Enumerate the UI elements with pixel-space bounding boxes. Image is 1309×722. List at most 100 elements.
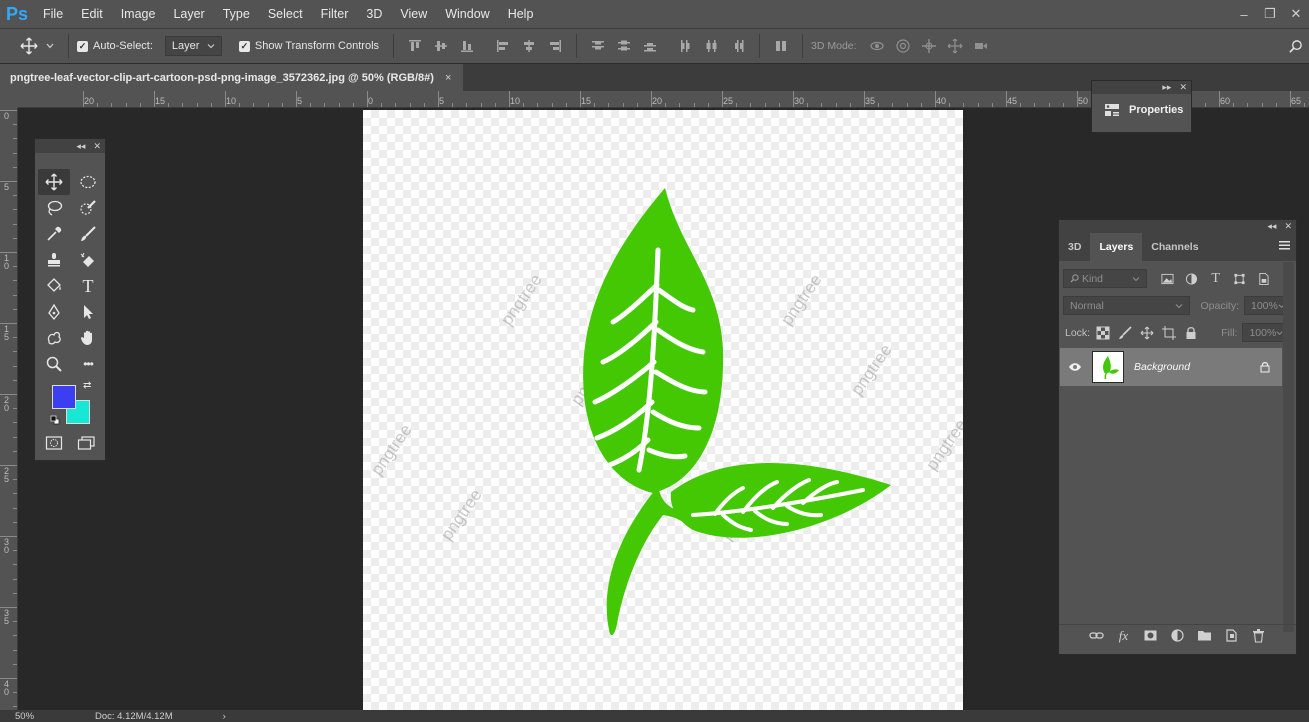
pen-tool[interactable] [38, 299, 70, 325]
filter-smart-object-icon[interactable] [1257, 272, 1270, 286]
brush-tool[interactable] [72, 221, 104, 247]
collapse-icon[interactable]: ◂◂ [1267, 221, 1276, 232]
status-menu-arrow[interactable]: › [223, 711, 226, 722]
3d-camera-icon[interactable] [973, 38, 989, 54]
menu-edit[interactable]: Edit [72, 0, 112, 28]
properties-panel-header[interactable]: ▸▸ ✕ [1092, 81, 1191, 94]
eraser-tool[interactable] [72, 247, 104, 273]
auto-select-checkbox[interactable]: ✓ [77, 40, 88, 52]
close-icon[interactable]: ✕ [1179, 82, 1187, 93]
blend-mode-dropdown[interactable]: Normal [1063, 296, 1191, 315]
document-tab[interactable]: pngtree-leaf-vector-clip-art-cartoon-psd… [0, 64, 464, 91]
collapse-icon[interactable]: ◂◂ [76, 141, 85, 152]
lock-artboard-icon[interactable] [1162, 325, 1177, 340]
type-tool[interactable]: T [72, 273, 104, 299]
close-window-button[interactable]: ✕ [1283, 0, 1309, 28]
lock-all-icon[interactable] [1184, 326, 1198, 340]
path-selection-tool[interactable] [72, 299, 104, 325]
minimize-button[interactable]: – [1231, 0, 1257, 28]
layer-style-fx-button[interactable]: fx [1116, 628, 1131, 643]
screen-mode-button[interactable] [70, 431, 102, 455]
menu-select[interactable]: Select [259, 0, 312, 28]
new-group-icon[interactable] [1197, 628, 1212, 643]
tab-layers[interactable]: Layers [1090, 233, 1143, 261]
filter-pixel-icon[interactable] [1161, 272, 1174, 286]
menu-help[interactable]: Help [499, 0, 543, 28]
lock-pixels-icon[interactable] [1118, 325, 1132, 340]
align-top-edges-icon[interactable] [407, 38, 423, 54]
close-icon[interactable]: ✕ [1284, 221, 1292, 232]
layer-name[interactable]: Background [1134, 361, 1258, 373]
show-transform-checkbox[interactable]: ✓ [238, 40, 250, 52]
layer-row-background[interactable]: Background [1060, 348, 1282, 386]
more-tools-button[interactable]: ••• [72, 351, 104, 377]
search-icon[interactable] [1288, 39, 1303, 54]
filter-adjustment-icon[interactable] [1185, 272, 1198, 286]
custom-shape-tool[interactable] [38, 325, 70, 351]
tab-channels[interactable]: Channels [1142, 233, 1207, 261]
layer-visibility-toggle[interactable] [1060, 362, 1090, 372]
3d-slide-icon[interactable] [947, 38, 963, 54]
link-layers-icon[interactable] [1089, 628, 1104, 643]
auto-align-layers-icon[interactable] [773, 38, 789, 54]
menu-image[interactable]: Image [112, 0, 165, 28]
distribute-right-icon[interactable] [730, 38, 746, 54]
restore-button[interactable]: ❐ [1257, 0, 1283, 28]
filter-type-icon[interactable]: T [1209, 271, 1222, 286]
expand-icon[interactable]: ▸▸ [1162, 82, 1171, 93]
tab-3d[interactable]: 3D [1059, 233, 1090, 261]
document-canvas[interactable]: pngtree pngtree pngtree pngtree pngtree … [363, 110, 963, 710]
3d-drag-icon[interactable] [921, 38, 937, 54]
tool-preset-picker[interactable] [0, 37, 60, 55]
lock-transparent-icon[interactable] [1096, 326, 1110, 340]
menu-view[interactable]: View [391, 0, 436, 28]
lock-position-icon[interactable] [1140, 326, 1154, 340]
filter-kind-dropdown[interactable]: Kind [1063, 269, 1148, 288]
move-tool[interactable] [38, 169, 70, 195]
filter-shape-icon[interactable] [1233, 272, 1246, 286]
distribute-top-icon[interactable] [590, 38, 606, 54]
foreground-color-swatch[interactable] [52, 385, 76, 409]
zoom-level[interactable]: 50% [15, 711, 50, 722]
menu-3d[interactable]: 3D [357, 0, 391, 28]
quick-mask-button[interactable] [38, 431, 70, 455]
align-left-edges-icon[interactable] [495, 38, 511, 54]
distribute-bottom-icon[interactable] [642, 38, 658, 54]
tools-panel-header[interactable]: ◂◂ ✕ [35, 139, 105, 153]
align-horizontal-centers-icon[interactable] [521, 38, 537, 54]
3d-roll-icon[interactable] [895, 38, 911, 54]
zoom-tool[interactable] [38, 351, 70, 377]
ruler-left[interactable]: 0 5 1 0 1 5 2 0 2 5 3 0 3 5 4 0 [0, 108, 18, 710]
distribute-horizontal-centers-icon[interactable] [704, 38, 720, 54]
new-layer-icon[interactable] [1224, 628, 1239, 643]
menu-type[interactable]: Type [214, 0, 259, 28]
paint-bucket-tool[interactable] [38, 273, 70, 299]
layers-panel-header[interactable]: ◂◂ ✕ [1059, 220, 1296, 233]
lasso-tool[interactable] [38, 195, 70, 221]
hand-tool[interactable] [72, 325, 104, 351]
trash-icon[interactable] [1251, 628, 1266, 643]
close-document-button[interactable]: × [445, 72, 451, 84]
menu-file[interactable]: File [34, 0, 72, 28]
align-vertical-centers-icon[interactable] [433, 38, 449, 54]
clone-stamp-tool[interactable] [38, 247, 70, 273]
elliptical-marquee-tool[interactable] [72, 169, 104, 195]
swap-colors-icon[interactable]: ⇄ [83, 380, 91, 391]
properties-button[interactable]: Properties [1092, 94, 1191, 117]
layers-scrollbar[interactable] [1283, 262, 1294, 632]
align-right-edges-icon[interactable] [547, 38, 563, 54]
menu-filter[interactable]: Filter [312, 0, 358, 28]
align-bottom-edges-icon[interactable] [459, 38, 475, 54]
adjustment-layer-icon[interactable] [1170, 628, 1185, 643]
quick-selection-tool[interactable] [72, 195, 104, 221]
close-icon[interactable]: ✕ [93, 141, 101, 152]
auto-select-dropdown[interactable]: Layer [164, 36, 222, 56]
ruler-origin[interactable] [0, 91, 18, 108]
distribute-vertical-centers-icon[interactable] [616, 38, 632, 54]
3d-orbit-icon[interactable] [869, 38, 885, 54]
distribute-left-icon[interactable] [678, 38, 694, 54]
eyedropper-tool[interactable] [38, 221, 70, 247]
panel-menu-icon[interactable] [1279, 241, 1290, 250]
menu-window[interactable]: Window [436, 0, 498, 28]
menu-layer[interactable]: Layer [164, 0, 213, 28]
